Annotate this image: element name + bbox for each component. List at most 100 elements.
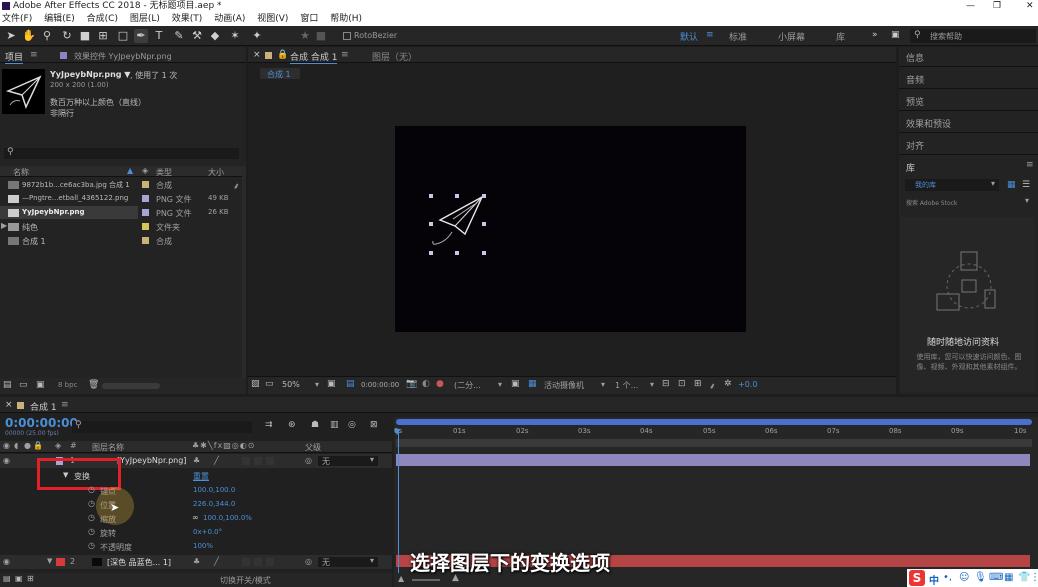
menu-view[interactable]: 视图(V): [257, 14, 288, 24]
column-size[interactable]: 大小: [208, 167, 224, 178]
switch-box[interactable]: [242, 457, 250, 465]
list-item[interactable]: ▶ 纯色 文件夹: [0, 220, 246, 233]
pixel-aspect-icon[interactable]: ⊟: [662, 379, 670, 389]
comp-breadcrumb[interactable]: 合成 1: [260, 68, 300, 79]
interpret-footage-icon[interactable]: ▤: [3, 380, 12, 390]
tab-project[interactable]: 项目: [5, 50, 24, 64]
solo-icon[interactable]: ●: [24, 441, 31, 450]
shy-layers-icon[interactable]: ☗: [311, 420, 319, 430]
bounding-handle[interactable]: [429, 194, 433, 198]
align-panel-header[interactable]: 对齐: [899, 134, 1038, 155]
switch-box[interactable]: [254, 457, 262, 465]
visibility-eye-icon[interactable]: ◉: [3, 456, 10, 465]
property-row[interactable]: ◷ 旋转 0x+0.0°: [0, 526, 392, 540]
flowchart-icon[interactable]: ⸙: [709, 379, 716, 392]
shy-switch-icon[interactable]: ♣: [193, 456, 200, 465]
ime-chinese-mode-icon[interactable]: 中: [929, 572, 939, 587]
color-channel-icon[interactable]: ●: [436, 379, 444, 389]
paper-plane-layer[interactable]: [427, 192, 489, 258]
close-tab-icon[interactable]: ×: [5, 400, 13, 410]
layer-name[interactable]: [深色 品蓝色... 1]: [107, 557, 171, 568]
lock-icon[interactable]: 🔒: [33, 441, 43, 450]
column-type[interactable]: 类型: [156, 167, 172, 178]
text-tool-icon[interactable]: T: [152, 29, 166, 43]
comp-canvas[interactable]: [395, 126, 746, 332]
camera-select[interactable]: 活动摄像机: [544, 380, 584, 391]
stopwatch-icon[interactable]: ◷: [88, 485, 95, 494]
property-row[interactable]: ◷ 不透明度 100%: [0, 540, 392, 554]
ime-skin-icon[interactable]: 👕: [1018, 572, 1030, 583]
collapse-arrow-icon[interactable]: ▼: [47, 557, 52, 565]
trash-icon[interactable]: 🗑: [88, 380, 99, 390]
property-value[interactable]: 100.0,100.0%: [203, 514, 252, 522]
help-search-input[interactable]: ⚲ 搜索帮助: [910, 29, 1036, 43]
info-panel-header[interactable]: 信息: [899, 47, 1038, 67]
footage-name[interactable]: YyJpeybNpr.png ▼: [50, 70, 130, 79]
zoom-out-icon[interactable]: ▲: [398, 574, 404, 583]
ime-menu-icon[interactable]: ⋮: [1030, 572, 1038, 583]
workspace-default[interactable]: 默认: [680, 30, 698, 43]
bounding-handle[interactable]: [482, 251, 486, 255]
time-navigator-bar[interactable]: [396, 419, 1032, 425]
effects-presets-panel-header[interactable]: 效果和预设: [899, 112, 1038, 133]
eraser-tool-icon[interactable]: ◆: [208, 29, 222, 43]
quality-switch-icon[interactable]: ╱: [214, 557, 219, 566]
workspace-standard[interactable]: 标准: [729, 30, 747, 43]
zoom-slider[interactable]: [412, 579, 440, 581]
more-workspaces-icon[interactable]: »: [872, 30, 878, 40]
property-row[interactable]: ◷ 缩放 ∞ 100.0,100.0%: [0, 512, 392, 526]
switch-box[interactable]: [242, 558, 250, 566]
shy-switch-icon[interactable]: ♣: [193, 557, 200, 566]
pick-whip-icon[interactable]: ◎: [305, 557, 312, 566]
bounding-handle[interactable]: [482, 194, 486, 198]
menu-animation[interactable]: 动画(A): [214, 14, 245, 24]
number-column-icon[interactable]: #: [70, 441, 77, 450]
list-item-selected-details[interactable]: PNG 文件 26 KB: [138, 206, 246, 219]
region-of-interest-icon[interactable]: ▣: [511, 379, 520, 389]
parent-header[interactable]: 父级: [305, 442, 321, 453]
list-view-icon[interactable]: ☰: [1022, 180, 1030, 190]
work-area-bar[interactable]: [396, 439, 1032, 447]
constrain-proportions-icon[interactable]: ∞: [192, 513, 199, 522]
close-button[interactable]: ✕: [1026, 0, 1034, 12]
property-value[interactable]: 100.0,100.0: [193, 486, 235, 494]
quality-switch-icon[interactable]: ╱: [214, 456, 219, 465]
chevron-down-icon[interactable]: ▾: [650, 380, 654, 389]
close-tab-icon[interactable]: ×: [253, 50, 261, 60]
bounding-handle[interactable]: [455, 194, 459, 198]
column-name[interactable]: 名称: [13, 167, 29, 178]
transparency-grid-icon[interactable]: ▦: [528, 379, 537, 389]
stopwatch-icon[interactable]: ◷: [88, 513, 95, 522]
expand-arrow-icon[interactable]: ▶: [1, 221, 7, 230]
preview-panel-header[interactable]: 预览: [899, 90, 1038, 111]
fast-previews-icon[interactable]: ⊡: [678, 379, 686, 389]
workspace-small-screen[interactable]: 小屏幕: [778, 30, 805, 43]
label-column-icon[interactable]: ◈: [55, 441, 61, 450]
sogou-logo-icon[interactable]: S: [909, 570, 925, 586]
layer-1-duration-bar[interactable]: [396, 454, 1030, 466]
motion-blur-icon[interactable]: ◎: [348, 420, 356, 430]
chevron-down-icon[interactable]: ▾: [315, 380, 319, 389]
rotate-tool-icon[interactable]: ↻: [60, 29, 74, 43]
menu-edit[interactable]: 编辑(E): [44, 14, 75, 24]
frame-blending-icon[interactable]: ▥: [330, 420, 339, 430]
expand-modes-icon[interactable]: ▣: [15, 574, 23, 583]
parent-select[interactable]: 无 ▾: [318, 455, 378, 466]
pick-whip-icon[interactable]: ◎: [305, 456, 312, 465]
property-row[interactable]: ◷ 锚点 100.0,100.0: [0, 484, 392, 498]
always-preview-icon[interactable]: ▧: [251, 379, 260, 389]
clone-stamp-tool-icon[interactable]: ⚒: [190, 29, 204, 43]
menu-layer[interactable]: 图层(L): [130, 14, 160, 24]
tab-timeline-comp[interactable]: 合成 1: [30, 400, 57, 413]
new-composition-icon[interactable]: ▣: [36, 380, 45, 390]
vr-icon[interactable]: ▭: [265, 379, 274, 389]
exposure-icon[interactable]: ✲: [724, 379, 732, 389]
tab-composition[interactable]: 合成 合成 1: [290, 50, 338, 64]
toggle-switches-modes[interactable]: 切换开关/模式: [220, 575, 271, 586]
menu-composition[interactable]: 合成(C): [87, 14, 118, 24]
menu-file[interactable]: 文件(F): [2, 14, 32, 24]
title-safe-icon[interactable]: ▣: [327, 379, 336, 389]
puppet-pin-tool-icon[interactable]: ✦: [250, 29, 264, 43]
rotobezier-checkbox[interactable]: [343, 32, 351, 40]
project-panel-menu-icon[interactable]: ≡: [30, 50, 38, 60]
